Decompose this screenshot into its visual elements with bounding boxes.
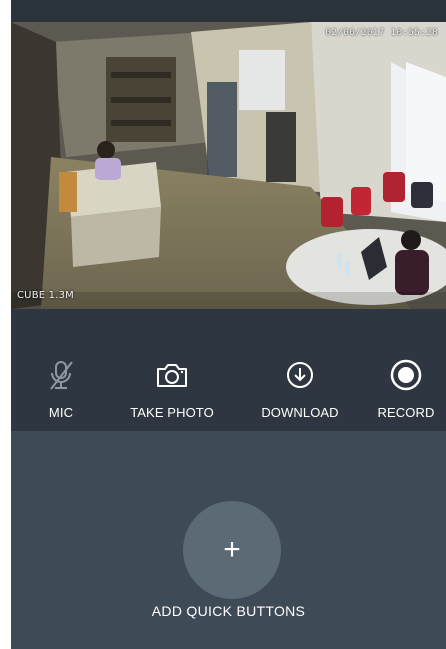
camera-icon xyxy=(155,358,189,392)
download-button[interactable]: DOWNLOAD xyxy=(245,344,355,431)
mic-label: MIC xyxy=(48,405,74,420)
add-quick-button[interactable]: + xyxy=(183,501,281,599)
camera-name: CUBE 1.3M xyxy=(17,290,74,301)
quick-buttons-area: + ADD QUICK BUTTONS xyxy=(11,431,446,649)
video-scene xyxy=(11,22,446,309)
status-bar xyxy=(11,0,446,22)
live-video-feed[interactable]: 02/06/2017 10:55:28 CUBE 1.3M xyxy=(11,22,446,309)
plus-icon: + xyxy=(223,533,241,566)
record-icon xyxy=(389,358,423,392)
mic-button[interactable]: MIC xyxy=(11,344,111,431)
controls-bar: MIC TAKE PHOTO DOWNLOAD RECORD xyxy=(11,344,446,431)
camera-app: 02/06/2017 10:55:28 CUBE 1.3M MIC TAKE P… xyxy=(11,0,446,649)
record-label: RECORD xyxy=(377,405,435,420)
take-photo-button[interactable]: TAKE PHOTO xyxy=(117,344,227,431)
video-timestamp: 02/06/2017 10:55:28 xyxy=(325,28,438,38)
add-quick-buttons-label: ADD QUICK BUTTONS xyxy=(151,603,306,619)
take-photo-label: TAKE PHOTO xyxy=(130,405,214,420)
download-icon xyxy=(283,358,317,392)
controls-spacer xyxy=(11,309,446,344)
mic-muted-icon xyxy=(44,358,78,392)
download-label: DOWNLOAD xyxy=(261,405,339,420)
record-button[interactable]: RECORD xyxy=(366,344,446,431)
